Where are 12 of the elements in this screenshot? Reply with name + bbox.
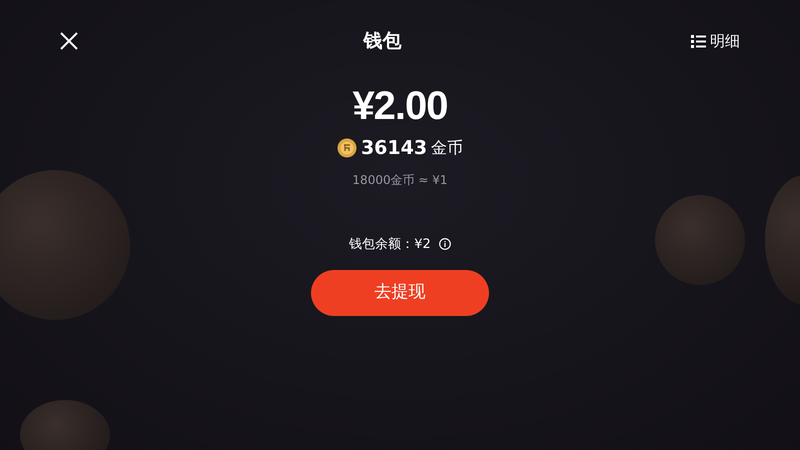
page-title: 钱包 <box>364 28 402 54</box>
wallet-balance: 钱包余额：¥2 <box>349 236 431 254</box>
coin-icon <box>336 138 357 158</box>
balance-amount: ¥2.00 <box>352 86 448 126</box>
coin-unit: 金币 <box>431 137 464 160</box>
withdraw-button[interactable]: 去提现 <box>311 270 489 316</box>
info-icon[interactable] <box>438 238 451 250</box>
details-link[interactable]: 明细 <box>687 28 744 54</box>
close-icon[interactable] <box>60 32 78 50</box>
exchange-rate: 18000金币 ≈ ¥1 <box>352 172 448 188</box>
list-icon <box>691 34 706 48</box>
coin-count: 36143 <box>360 136 428 161</box>
